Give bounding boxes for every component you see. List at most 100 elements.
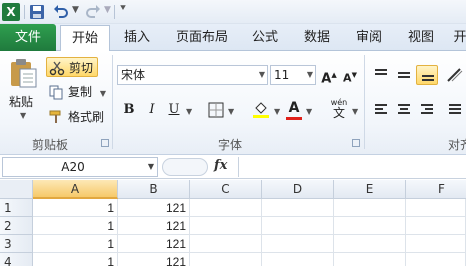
align-right-button[interactable] bbox=[416, 99, 438, 119]
cell-c4[interactable] bbox=[190, 253, 262, 266]
phonetic-button[interactable]: wén 文 bbox=[329, 98, 349, 120]
cell-f3[interactable] bbox=[406, 235, 466, 253]
tab-view[interactable]: 视图 bbox=[400, 24, 442, 51]
ribbon-tabs: 文件 开始 插入 页面布局 公式 数据 审阅 视图 开 bbox=[0, 24, 466, 52]
tab-page-layout[interactable]: 页面布局 bbox=[168, 24, 236, 51]
cell-e1[interactable] bbox=[334, 199, 406, 217]
cell-a4[interactable]: 1 bbox=[33, 253, 118, 266]
cell-a3[interactable]: 1 bbox=[33, 235, 118, 253]
cell-b3[interactable]: 121 bbox=[118, 235, 190, 253]
font-color-button[interactable]: A bbox=[285, 98, 303, 118]
separator bbox=[114, 5, 115, 19]
select-all-button[interactable] bbox=[0, 180, 33, 199]
orientation-icon[interactable] bbox=[446, 67, 464, 83]
format-painter-button[interactable]: 格式刷 bbox=[46, 107, 108, 127]
underline-button[interactable]: U bbox=[166, 100, 182, 120]
column-header-f[interactable]: F bbox=[406, 180, 466, 199]
column-header-a[interactable]: A bbox=[33, 180, 118, 199]
cell-c2[interactable] bbox=[190, 217, 262, 235]
tab-insert[interactable]: 插入 bbox=[116, 24, 158, 51]
cell-b2[interactable]: 121 bbox=[118, 217, 190, 235]
align-bottom-button[interactable] bbox=[416, 65, 438, 85]
customize-toolbar-icon[interactable]: ⯆ bbox=[119, 3, 127, 14]
column-header-c[interactable]: C bbox=[190, 180, 262, 199]
shrink-font-button[interactable]: A▼ bbox=[341, 65, 359, 85]
save-icon[interactable] bbox=[28, 3, 46, 21]
fill-color-dropdown-icon[interactable]: ▼ bbox=[274, 107, 280, 116]
cell-c3[interactable] bbox=[190, 235, 262, 253]
tab-data[interactable]: 数据 bbox=[296, 24, 338, 51]
chevron-down-icon[interactable]: ▼ bbox=[259, 66, 265, 84]
cell-a1[interactable]: 1 bbox=[33, 199, 118, 217]
paste-dropdown-icon[interactable]: ▼ bbox=[20, 111, 26, 120]
redo-icon[interactable] bbox=[84, 3, 102, 21]
borders-dropdown-icon[interactable]: ▼ bbox=[228, 107, 234, 116]
tab-developer[interactable]: 开 bbox=[450, 24, 466, 51]
row-header[interactable]: 1 bbox=[0, 199, 33, 217]
align-top-button[interactable] bbox=[370, 65, 392, 85]
row-header[interactable]: 4 bbox=[0, 253, 33, 266]
paste-button[interactable]: 粘贴 bbox=[9, 93, 33, 110]
undo-dropdown-icon[interactable]: ▼ bbox=[72, 5, 79, 15]
undo-icon[interactable] bbox=[52, 3, 70, 21]
row-header[interactable]: 3 bbox=[0, 235, 33, 253]
align-bottom-icon bbox=[422, 75, 434, 83]
cell-f4[interactable] bbox=[406, 253, 466, 266]
cell-c1[interactable] bbox=[190, 199, 262, 217]
tab-formulas[interactable]: 公式 bbox=[244, 24, 286, 51]
underline-dropdown-icon[interactable]: ▼ bbox=[186, 107, 192, 116]
grow-font-button[interactable]: A▲ bbox=[320, 65, 338, 86]
tab-home[interactable]: 开始 bbox=[60, 25, 110, 52]
cell-f2[interactable] bbox=[406, 217, 466, 235]
cell-d3[interactable] bbox=[262, 235, 334, 253]
font-color-dropdown-icon[interactable]: ▼ bbox=[306, 107, 312, 116]
insert-function-button[interactable]: fx bbox=[214, 158, 227, 173]
redo-dropdown-icon[interactable]: ▼ bbox=[104, 5, 111, 15]
cell-b4[interactable]: 121 bbox=[118, 253, 190, 266]
tab-file[interactable]: 文件 bbox=[0, 24, 56, 51]
column-header-b[interactable]: B bbox=[118, 180, 190, 199]
copy-button[interactable]: 复制 ▼ bbox=[46, 82, 106, 102]
font-name-combo[interactable]: 宋体 ▼ bbox=[117, 65, 268, 85]
excel-icon[interactable]: X bbox=[2, 3, 20, 21]
phonetic-dropdown-icon[interactable]: ▼ bbox=[352, 107, 358, 116]
font-group-label: 字体 bbox=[217, 138, 242, 152]
chevron-down-icon[interactable]: ▼ bbox=[307, 66, 313, 84]
align-center-button[interactable] bbox=[393, 99, 415, 119]
decrease-indent-icon bbox=[449, 104, 461, 116]
align-middle-button[interactable] bbox=[393, 65, 415, 85]
font-launcher-icon[interactable] bbox=[352, 139, 360, 147]
column-header-e[interactable]: E bbox=[334, 180, 406, 199]
font-size-combo[interactable]: 11 ▼ bbox=[270, 65, 316, 85]
scissors-icon bbox=[49, 61, 65, 76]
borders-icon[interactable] bbox=[208, 102, 224, 118]
cell-d1[interactable] bbox=[262, 199, 334, 217]
column-header-d[interactable]: D bbox=[262, 180, 334, 199]
chevron-down-icon[interactable]: ▼ bbox=[145, 158, 157, 176]
cut-button[interactable]: 剪切 bbox=[46, 57, 98, 77]
cell-e2[interactable] bbox=[334, 217, 406, 235]
align-left-button[interactable] bbox=[370, 99, 392, 119]
cell-f1[interactable] bbox=[406, 199, 466, 217]
paste-icon[interactable] bbox=[8, 57, 38, 89]
bold-button[interactable]: B bbox=[121, 100, 137, 120]
formula-bar-handle[interactable] bbox=[162, 158, 208, 176]
formula-input[interactable] bbox=[238, 157, 466, 177]
name-box[interactable]: A20 ▼ bbox=[2, 157, 158, 177]
copy-dropdown-icon[interactable]: ▼ bbox=[100, 89, 106, 98]
shrink-font-icon: A bbox=[343, 71, 352, 85]
cell-e4[interactable] bbox=[334, 253, 406, 266]
clipboard-launcher-icon[interactable] bbox=[101, 139, 109, 147]
decrease-indent-button[interactable] bbox=[444, 99, 466, 119]
row-header[interactable]: 2 bbox=[0, 217, 33, 235]
cell-b1[interactable]: 121 bbox=[118, 199, 190, 217]
cell-e3[interactable] bbox=[334, 235, 406, 253]
group-separator bbox=[112, 55, 113, 149]
cell-d2[interactable] bbox=[262, 217, 334, 235]
fill-color-icon[interactable] bbox=[252, 100, 270, 118]
cell-a2[interactable]: 1 bbox=[33, 217, 118, 235]
tab-review[interactable]: 审阅 bbox=[348, 24, 390, 51]
cell-d4[interactable] bbox=[262, 253, 334, 266]
italic-button[interactable]: I bbox=[144, 100, 160, 120]
font-name-value: 宋体 bbox=[121, 68, 146, 82]
